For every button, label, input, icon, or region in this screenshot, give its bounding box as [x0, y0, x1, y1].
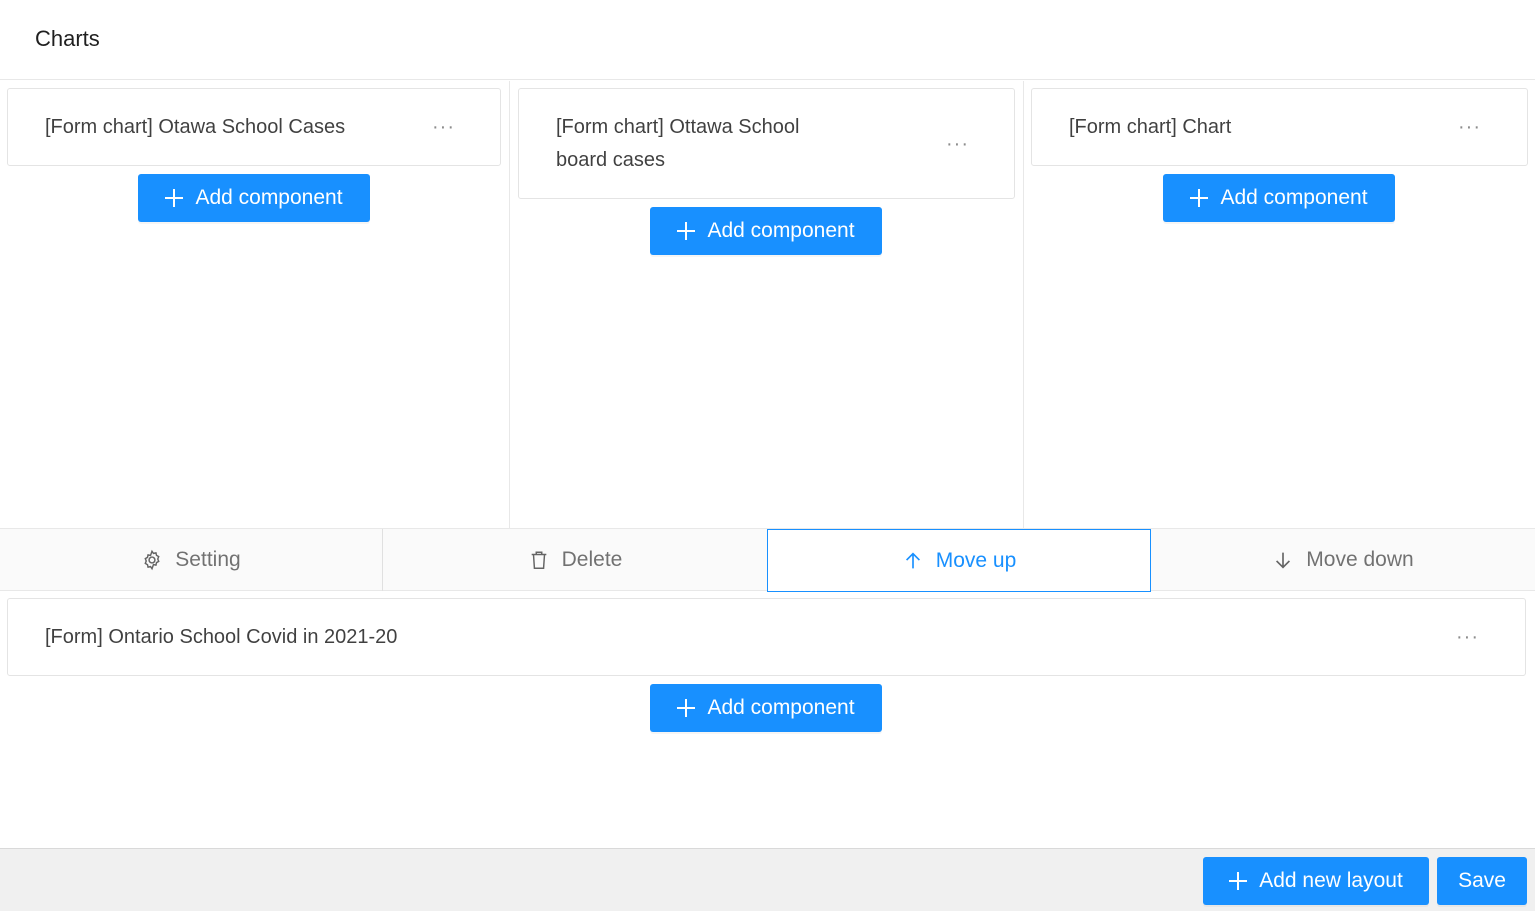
plus-icon	[165, 189, 184, 207]
delete-label: Delete	[561, 548, 623, 571]
card-title: [Form chart] Chart	[1069, 116, 1232, 138]
add-component-label: Add component	[707, 219, 855, 242]
more-options-icon[interactable]: ···	[1458, 117, 1481, 137]
arrow-down-icon	[1276, 552, 1291, 569]
plus-icon	[1229, 872, 1248, 890]
more-options-icon[interactable]: ···	[946, 134, 969, 154]
setting-label: Setting	[175, 548, 241, 571]
card-title-line-2: board cases	[556, 149, 665, 171]
save-label: Save	[1458, 869, 1506, 892]
move-up-button[interactable]: Move up	[767, 529, 1151, 592]
page-title: Charts	[35, 26, 100, 51]
add-new-layout-button[interactable]: Add new layout	[1203, 857, 1429, 905]
setting-button[interactable]: Setting	[0, 529, 383, 591]
move-down-button[interactable]: Move down	[1151, 529, 1535, 591]
layout-column-1: [Form chart] Otawa School Cases ··· Add …	[0, 81, 510, 528]
component-card[interactable]: [Form] Ontario School Covid in 2021-20 ·…	[7, 598, 1526, 676]
footer-bar: Add new layout Save	[0, 848, 1535, 911]
add-component-label: Add component	[1220, 186, 1368, 209]
plus-icon	[1190, 189, 1209, 207]
add-component-button[interactable]: Add component	[650, 684, 882, 732]
save-button[interactable]: Save	[1437, 857, 1527, 905]
card-title: [Form] Ontario School Covid in 2021-20	[45, 626, 398, 648]
layout-row-1: [Form chart] Otawa School Cases ··· Add …	[0, 81, 1535, 528]
add-component-label: Add component	[195, 186, 343, 209]
more-options-icon[interactable]: ···	[432, 117, 455, 137]
add-component-button[interactable]: Add component	[1163, 174, 1395, 222]
component-card[interactable]: [Form chart] Chart ···	[1031, 88, 1528, 166]
arrow-up-icon	[905, 551, 920, 568]
card-title: [Form chart] Ottawa School board cases	[556, 111, 799, 177]
row-action-bar: Setting Delete Move up Move down	[0, 528, 1535, 592]
add-new-layout-label: Add new layout	[1259, 869, 1403, 892]
add-component-label: Add component	[707, 696, 855, 719]
card-title: [Form chart] Otawa School Cases	[45, 116, 346, 138]
layout-row-2: [Form] Ontario School Covid in 2021-20 ·…	[0, 591, 1535, 848]
add-component-button[interactable]: Add component	[138, 174, 370, 222]
plus-icon	[677, 699, 696, 717]
page-header: Charts	[0, 0, 1535, 80]
component-card[interactable]: [Form chart] Otawa School Cases ···	[7, 88, 501, 166]
trash-icon	[531, 551, 546, 569]
delete-button[interactable]: Delete	[383, 529, 767, 591]
card-title-line-1: [Form chart] Ottawa School	[556, 116, 800, 138]
gear-icon	[144, 549, 160, 571]
component-card[interactable]: [Form chart] Ottawa School board cases ·…	[518, 88, 1015, 199]
move-up-label: Move up	[935, 548, 1017, 572]
add-component-button[interactable]: Add component	[650, 207, 882, 255]
move-down-label: Move down	[1306, 548, 1414, 571]
more-options-icon[interactable]: ···	[1456, 627, 1479, 647]
layout-column-3: [Form chart] Chart ··· Add component	[1024, 81, 1535, 528]
layout-column-2: [Form chart] Ottawa School board cases ·…	[510, 81, 1024, 528]
plus-icon	[677, 222, 696, 240]
